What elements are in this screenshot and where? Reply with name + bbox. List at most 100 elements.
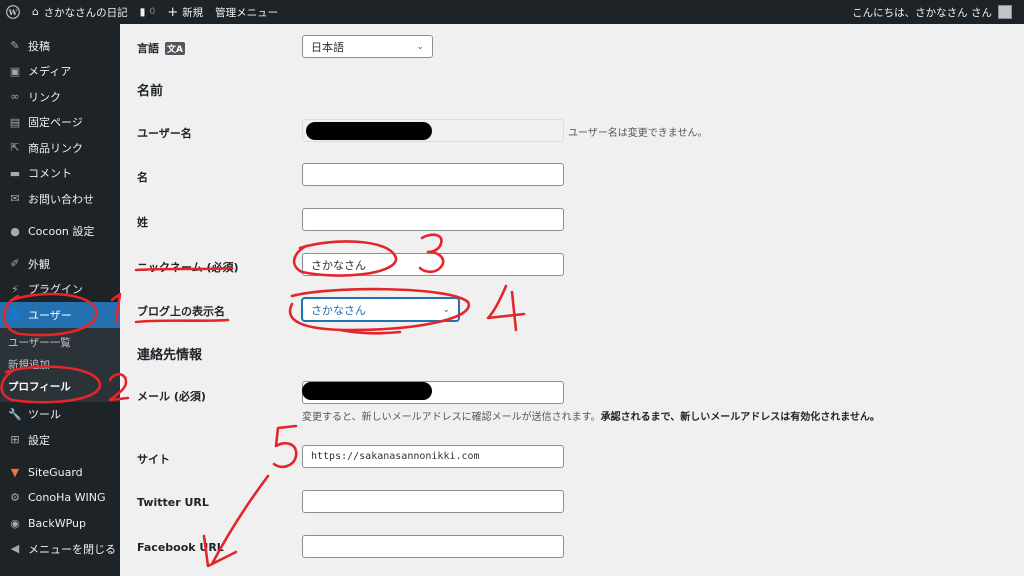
submenu-profile[interactable]: プロフィール bbox=[0, 376, 120, 398]
sidebar-item-contact[interactable]: ✉ お問い合わせ bbox=[0, 186, 120, 212]
translate-icon: 文A bbox=[165, 41, 185, 55]
gear-icon: ⚙ bbox=[10, 491, 20, 505]
sidebar-item-pages[interactable]: ▤ 固定ページ bbox=[0, 110, 120, 136]
sidebar-item-label: 投稿 bbox=[28, 39, 50, 53]
username-label: ユーザー名 bbox=[137, 127, 192, 140]
home-icon: ⌂ bbox=[32, 6, 39, 18]
sidebar-item-settings[interactable]: ⊞ 設定 bbox=[0, 427, 120, 453]
sidebar-item-label: Cocoon 設定 bbox=[28, 225, 95, 239]
new-content-link[interactable]: + 新規 bbox=[161, 0, 209, 24]
sidebar-item-label: 商品リンク bbox=[28, 141, 83, 155]
page-icon: ▤ bbox=[9, 115, 21, 129]
display-name-value: さかなさん bbox=[311, 303, 366, 317]
language-select[interactable]: 日本語 ⌄ bbox=[302, 35, 433, 58]
sidebar-item-label: 外観 bbox=[28, 257, 50, 271]
sidebar-item-posts[interactable]: ✎ 投稿 bbox=[0, 33, 120, 59]
nickname-label: ニックネーム (必須) bbox=[137, 261, 239, 274]
wrench-icon: 🔧 bbox=[8, 407, 22, 421]
admin-sidebar: ✎ 投稿 ▣ メディア ∞ リンク ▤ 固定ページ ⇱ 商品リンク ▬ コメント ✉ お問い合… bbox=[0, 24, 120, 576]
admin-menu-link[interactable]: 管理メニュー bbox=[209, 0, 284, 24]
sidebar-item-users[interactable]: 👤 ユーザー bbox=[0, 302, 120, 328]
site-name: さかなさんの日記 bbox=[43, 6, 128, 19]
site-value: https://sakanasannonikki.com bbox=[311, 451, 480, 462]
last-name-label: 姓 bbox=[137, 216, 148, 229]
chevron-down-icon: ⌄ bbox=[416, 41, 424, 52]
collapse-icon: ◀ bbox=[10, 542, 20, 556]
sidebar-item-comments[interactable]: ▬ コメント bbox=[0, 161, 120, 187]
avatar bbox=[998, 5, 1012, 19]
profile-form: 言語 文A 日本語 ⌄ 名前 ユーザー名 ユーザー名は変更できません。 名 姓 … bbox=[120, 24, 1024, 576]
submenu-user-list[interactable]: ユーザー一覧 bbox=[0, 332, 120, 354]
sidebar-item-siteguard[interactable]: ▼ SiteGuard bbox=[0, 460, 120, 486]
first-name-field[interactable] bbox=[302, 163, 564, 186]
greeting: こんにちは、さかなさん さん bbox=[852, 6, 992, 19]
circle-icon: ● bbox=[10, 224, 20, 238]
comment-icon: ▮ bbox=[139, 6, 146, 18]
sidebar-item-label: ユーザー bbox=[28, 308, 72, 322]
sidebar-item-cocoon[interactable]: ● Cocoon 設定 bbox=[0, 219, 120, 245]
nickname-value: さかなさん bbox=[311, 258, 366, 272]
site-name-link[interactable]: ⌂ さかなさんの日記 bbox=[26, 0, 134, 24]
sidebar-item-label: メディア bbox=[28, 65, 72, 79]
users-submenu: ユーザー一覧 新規追加 プロフィール bbox=[0, 327, 120, 402]
share-icon: ⇱ bbox=[10, 141, 20, 155]
sidebar-item-product-links[interactable]: ⇱ 商品リンク bbox=[0, 135, 120, 161]
siteguard-icon: ▼ bbox=[10, 465, 20, 479]
sidebar-item-label: コメント bbox=[28, 167, 72, 181]
sidebar-item-label: 設定 bbox=[28, 433, 50, 447]
brush-icon: ✐ bbox=[10, 257, 20, 271]
name-section-title: 名前 bbox=[137, 84, 164, 99]
comment-icon: ▬ bbox=[9, 166, 21, 180]
sidebar-item-appearance[interactable]: ✐ 外観 bbox=[0, 251, 120, 277]
new-label: 新規 bbox=[182, 6, 204, 19]
user-icon: 👤 bbox=[8, 308, 22, 322]
facebook-field[interactable] bbox=[302, 535, 564, 558]
my-account-link[interactable]: こんにちは、さかなさん さん bbox=[846, 0, 1018, 24]
sidebar-item-tools[interactable]: 🔧 ツール bbox=[0, 402, 120, 428]
sidebar-item-label: リンク bbox=[28, 90, 61, 104]
sidebar-item-conoha-wing[interactable]: ⚙ ConoHa WING bbox=[0, 485, 120, 511]
username-description: ユーザー名は変更できません。 bbox=[568, 128, 708, 139]
sidebar-item-label: SiteGuard bbox=[28, 465, 83, 479]
email-description-bold: 承認されるまで、新しいメールアドレスは有効化されません。 bbox=[600, 412, 880, 423]
twitter-field[interactable] bbox=[302, 490, 564, 513]
comments-link[interactable]: ▮ 0 bbox=[134, 0, 162, 24]
display-name-label: ブログ上の表示名 bbox=[137, 305, 225, 318]
facebook-label: Facebook URL bbox=[137, 541, 224, 554]
language-label-row: 言語 文A bbox=[137, 40, 185, 56]
admin-menu-label: 管理メニュー bbox=[215, 6, 279, 19]
plus-icon: + bbox=[167, 4, 179, 20]
last-name-field[interactable] bbox=[302, 208, 564, 231]
submenu-add-new[interactable]: 新規追加 bbox=[0, 354, 120, 376]
media-icon: ▣ bbox=[9, 64, 21, 78]
redaction-bar bbox=[302, 382, 432, 400]
sidebar-item-label: プラグイン bbox=[28, 283, 83, 297]
first-name-label: 名 bbox=[137, 171, 148, 184]
link-icon: ∞ bbox=[10, 90, 20, 104]
language-label: 言語 bbox=[137, 42, 159, 55]
twitter-label: Twitter URL bbox=[137, 496, 209, 509]
sidebar-item-label: ConoHa WING bbox=[28, 491, 106, 505]
sidebar-item-plugins[interactable]: ⚡ プラグイン bbox=[0, 277, 120, 303]
sidebar-item-label: 固定ページ bbox=[28, 116, 83, 130]
sidebar-item-backwpup[interactable]: ◉ BackWPup bbox=[0, 511, 120, 537]
email-label: メール (必須) bbox=[137, 390, 206, 403]
redaction-bar bbox=[306, 122, 432, 140]
contact-section-title: 連絡先情報 bbox=[137, 348, 203, 363]
mail-icon: ✉ bbox=[10, 192, 20, 206]
email-description-text: 変更すると、新しいメールアドレスに確認メールが送信されます。 bbox=[302, 412, 601, 423]
chevron-down-icon: ⌄ bbox=[442, 304, 450, 315]
sidebar-item-label: メニューを閉じる bbox=[28, 542, 116, 556]
sidebar-item-label: ツール bbox=[28, 408, 61, 422]
sidebar-item-collapse[interactable]: ◀ メニューを閉じる bbox=[0, 536, 120, 562]
admin-bar: W ⌂ さかなさんの日記 ▮ 0 + 新規 管理メニュー こんにちは、さかなさん… bbox=[0, 0, 1024, 24]
sidebar-item-media[interactable]: ▣ メディア bbox=[0, 59, 120, 85]
display-name-select[interactable]: さかなさん ⌄ bbox=[302, 298, 459, 321]
sidebar-item-label: お問い合わせ bbox=[28, 192, 94, 206]
wordpress-logo-icon[interactable]: W bbox=[0, 0, 26, 24]
sidebar-item-links[interactable]: ∞ リンク bbox=[0, 84, 120, 110]
pin-icon: ✎ bbox=[10, 39, 20, 53]
site-field[interactable]: https://sakanasannonikki.com bbox=[302, 445, 564, 468]
nickname-field[interactable]: さかなさん bbox=[302, 253, 564, 276]
comments-count: 0 bbox=[149, 7, 156, 17]
